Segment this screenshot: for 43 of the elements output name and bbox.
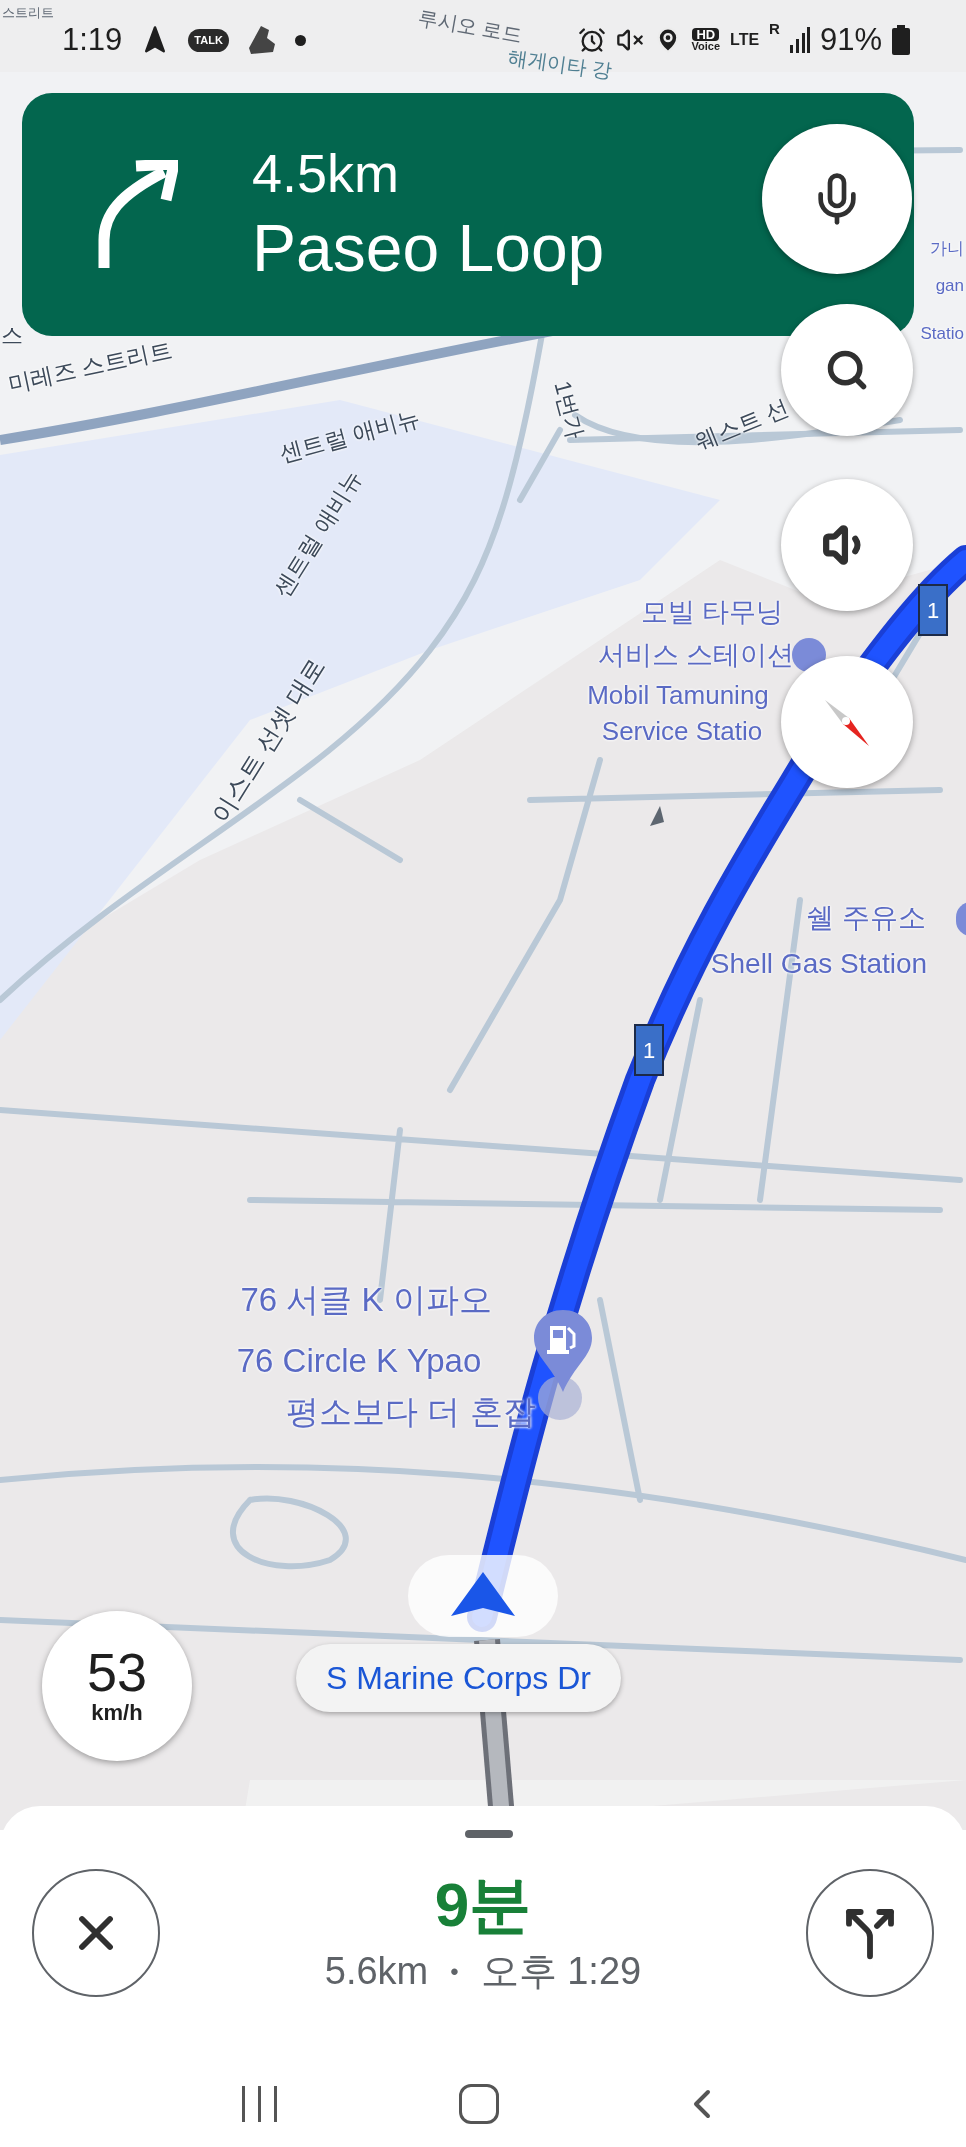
search-icon	[825, 348, 869, 392]
current-street-label: S Marine Corps Dr	[296, 1644, 621, 1712]
street-name: Paseo Loop	[252, 210, 605, 287]
voice-label: Voice	[691, 41, 721, 52]
street-label: 센트럴 애비뉴	[277, 406, 423, 466]
speed-value: 53	[86, 1645, 148, 1700]
place-label: 76 Circle K Ypao	[236, 1343, 482, 1377]
recent-apps-icon[interactable]	[239, 2085, 280, 2122]
place-label: Service Statio	[601, 718, 763, 744]
place-label: 가니	[930, 239, 964, 257]
home-icon[interactable]	[459, 2083, 499, 2124]
place-label: 모빌 타무닝	[640, 598, 784, 626]
drag-handle[interactable]	[465, 1830, 513, 1838]
signal-icon	[789, 27, 810, 53]
turn-distance: 4.5km	[252, 141, 401, 205]
battery-icon	[892, 25, 910, 55]
direction-arrow-icon	[650, 806, 664, 826]
place-label: gan	[935, 276, 964, 294]
arrival-time: 오후 1:29	[480, 1949, 642, 1995]
route-shield: 1	[634, 1024, 664, 1076]
place-label: Mobil Tamuning	[587, 682, 769, 708]
place-label: Shell Gas Station	[710, 950, 928, 978]
route-shield: 1	[918, 584, 948, 636]
place-label: Statio	[920, 324, 964, 342]
map-label: 루시오 로드	[416, 7, 524, 45]
battery-percent: 91%	[819, 20, 882, 59]
street-label: 1번가	[550, 378, 588, 442]
map-label: 해게이타 강	[506, 46, 614, 82]
close-button[interactable]	[32, 1869, 160, 1997]
place-label: 76 서클 K 이파오	[240, 1282, 492, 1316]
map-label: 스트리트	[2, 5, 54, 19]
separator-dot: •	[450, 1956, 459, 1987]
clock-time: 1:19	[62, 20, 123, 59]
trip-duration: 9분	[434, 1868, 532, 1941]
place-label: 쉘 주유소	[806, 904, 926, 932]
roaming-label: R	[769, 20, 780, 36]
network-label: LTE	[730, 32, 760, 48]
speed-unit: km/h	[91, 1699, 143, 1727]
trip-distance: 5.6km	[324, 1949, 429, 1995]
street-label: 웨스트 선	[692, 395, 792, 455]
route-options-button[interactable]	[806, 1869, 934, 1997]
place-label: 서비스 스테이션	[597, 641, 795, 669]
hd-label: HD	[692, 28, 720, 41]
